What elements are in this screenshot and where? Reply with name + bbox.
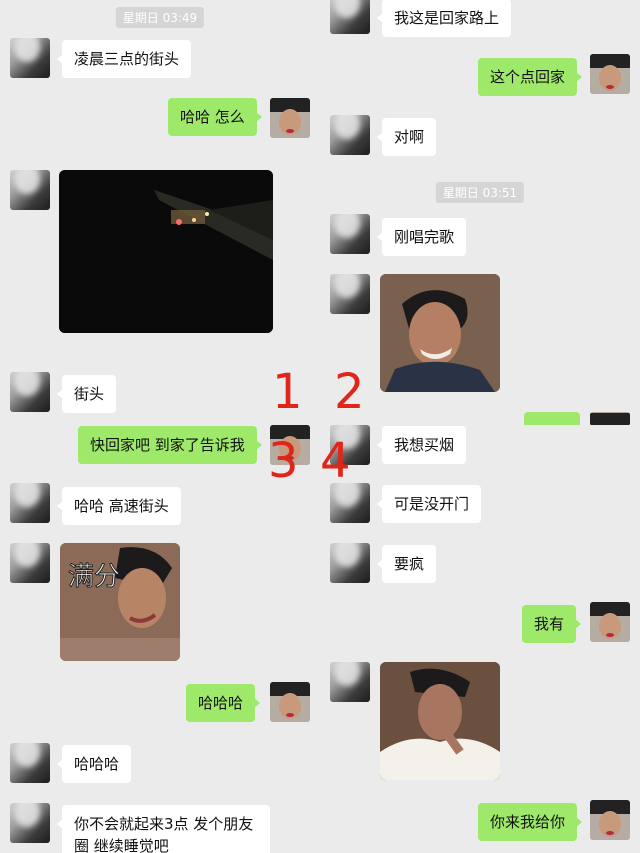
message-bubble[interactable]: 哈哈 高速街头 (57, 487, 181, 525)
avatar[interactable] (330, 115, 370, 155)
avatar[interactable] (10, 483, 50, 523)
message-bubble[interactable]: 你不会就起来3点 发个朋友圈 继续睡觉吧 (57, 805, 270, 853)
message-bubble[interactable]: 对啊 (376, 118, 437, 156)
message-bubble[interactable]: 我这是回家路上 (376, 0, 512, 37)
avatar[interactable] (590, 800, 630, 840)
message-bubble[interactable]: 哈哈哈 (186, 684, 261, 722)
quadrant-number: 4 (320, 433, 351, 489)
avatar[interactable] (330, 274, 370, 314)
message-bubble[interactable]: 快回家吧 到家了告诉我 (78, 426, 262, 464)
avatar[interactable] (270, 682, 310, 722)
chat-panel-1: 星期日 03:49 凌晨三点的街头 哈哈 怎么 街头 1 (0, 0, 320, 425)
chat-panel-2: 我这是回家路上 这个点回家 对啊 星期日 03:51 刚唱完歌 2 (320, 0, 640, 425)
avatar[interactable] (330, 543, 370, 583)
quadrant-number: 2 (334, 364, 365, 420)
sticker-text: 满分 (68, 562, 120, 592)
timestamp: 星期日 03:51 (435, 182, 525, 203)
avatar[interactable] (330, 214, 370, 254)
message-bubble[interactable]: 哈哈 怎么 (168, 98, 262, 136)
timestamp: 星期日 03:49 (115, 7, 205, 28)
message-bubble[interactable]: 街头 (56, 375, 117, 413)
chat-panel-3: 快回家吧 到家了告诉我 3 哈哈 高速街头 满分 哈哈哈 哈哈哈 你不会就起来3… (0, 425, 320, 853)
message-bubble[interactable]: 你来我给你 (478, 803, 583, 841)
avatar[interactable] (10, 743, 50, 783)
message-bubble[interactable]: 我想买烟 (376, 426, 467, 464)
avatar[interactable] (10, 372, 50, 412)
avatar[interactable] (270, 98, 310, 138)
message-bubble[interactable]: 哈哈哈 (56, 745, 132, 783)
chat-panel-4: 我想买烟 4 可是没开门 要疯 我有 你来我给你 (320, 425, 640, 853)
photo-message[interactable] (380, 662, 500, 780)
message-bubble[interactable]: 要疯 (376, 545, 437, 583)
avatar[interactable] (590, 54, 630, 94)
avatar[interactable] (330, 483, 370, 523)
message-bubble-partial[interactable] (524, 412, 580, 425)
avatar[interactable] (330, 0, 370, 34)
avatar[interactable] (590, 602, 630, 642)
video-thumbnail[interactable] (59, 170, 273, 333)
photo-message[interactable] (380, 274, 500, 392)
message-bubble[interactable]: 刚唱完歌 (376, 218, 467, 256)
avatar[interactable] (10, 38, 50, 78)
sticker[interactable]: 满分 (60, 543, 180, 661)
avatar[interactable] (10, 170, 50, 210)
avatar[interactable] (330, 662, 370, 702)
quadrant-number: 1 (272, 364, 303, 420)
avatar[interactable] (10, 803, 50, 843)
avatar[interactable] (10, 543, 50, 583)
quadrant-number: 3 (268, 433, 299, 489)
message-bubble[interactable]: 可是没开门 (376, 485, 482, 523)
message-bubble[interactable]: 这个点回家 (478, 58, 583, 96)
message-bubble[interactable]: 我有 (522, 605, 582, 643)
avatar[interactable] (590, 412, 630, 425)
message-bubble[interactable]: 凌晨三点的街头 (56, 40, 192, 78)
